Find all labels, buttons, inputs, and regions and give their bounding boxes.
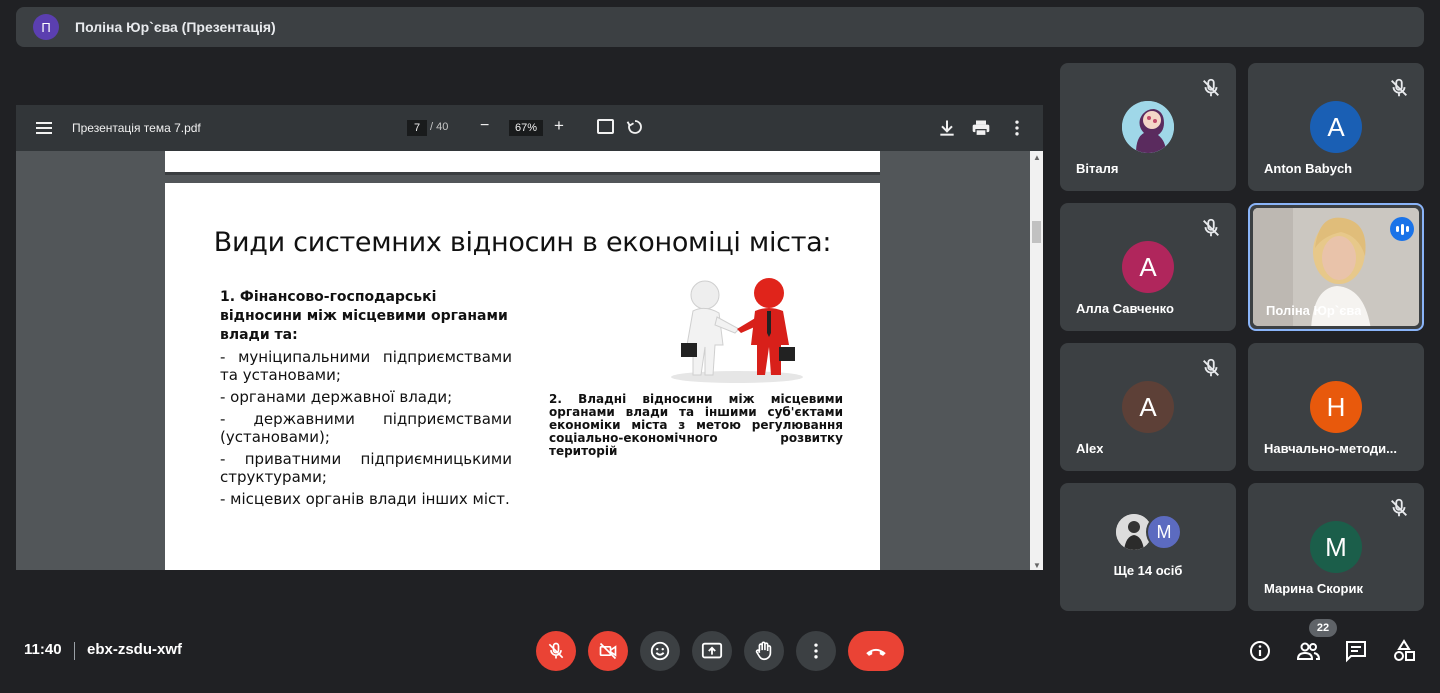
menu-icon[interactable]	[36, 119, 52, 137]
participant-avatar: A	[1310, 101, 1362, 153]
divider	[74, 642, 75, 660]
presenter-avatar: П	[33, 14, 59, 40]
brain-avatar-icon	[1122, 101, 1174, 153]
scroll-up-icon[interactable]: ▲	[1033, 153, 1041, 162]
more-icon	[814, 643, 818, 659]
mic-off-icon	[1391, 78, 1407, 97]
participant-name: Віталя	[1076, 161, 1119, 176]
zoom-in-button[interactable]: +	[554, 116, 564, 136]
pdf-file-name: Презентація тема 7.pdf	[72, 121, 201, 135]
participant-tile[interactable]: Н Навчально-методи...	[1248, 343, 1424, 471]
emoji-icon	[650, 641, 670, 661]
handshake-illustration	[671, 278, 803, 383]
present-icon	[701, 642, 723, 659]
participant-avatar: Н	[1310, 381, 1362, 433]
raise-hand-icon	[755, 641, 772, 661]
scrollbar-thumb[interactable]	[1032, 221, 1041, 243]
pdf-scrollbar[interactable]: ▲ ▼	[1030, 151, 1043, 570]
participant-tile[interactable]: A Алла Савченко	[1060, 203, 1236, 331]
chat-icon[interactable]	[1344, 639, 1368, 663]
reactions-button[interactable]	[640, 631, 680, 671]
camera-toggle-button[interactable]	[588, 631, 628, 671]
participant-tile[interactable]: A Alex	[1060, 343, 1236, 471]
more-participants-tile[interactable]: M Ще 14 осіб	[1060, 483, 1236, 611]
participant-avatar: A	[1122, 241, 1174, 293]
scroll-down-icon[interactable]: ▼	[1033, 561, 1041, 570]
info-icon[interactable]	[1248, 639, 1272, 663]
participant-count-badge: 22	[1309, 619, 1337, 637]
page-number-input[interactable]: 7	[407, 120, 427, 136]
meeting-code: ebx-zsdu-xwf	[87, 641, 183, 658]
participant-name: Навчально-методи...	[1264, 441, 1397, 456]
people-icon[interactable]	[1296, 639, 1320, 663]
camera-off-icon	[599, 642, 617, 660]
slide-list-item: - державними підприємствами (установами)…	[220, 410, 512, 446]
fit-page-icon[interactable]	[597, 119, 614, 134]
participant-name: Поліна Юр`єва	[1266, 303, 1362, 318]
mic-toggle-button[interactable]	[536, 631, 576, 671]
slide-list-item: - муніципальними підприємствами та устан…	[220, 348, 512, 384]
meeting-clock: 11:40	[24, 641, 62, 658]
zoom-out-button[interactable]: −	[480, 117, 489, 135]
participant-tile[interactable]: A Anton Babych	[1248, 63, 1424, 191]
slide-right-text: 2. Владні відносини між місцевими органа…	[549, 392, 843, 458]
rotate-icon[interactable]	[626, 118, 644, 136]
mic-off-icon	[1391, 498, 1407, 517]
previous-page	[165, 151, 880, 175]
pdf-toolbar: Презентація тема 7.pdf 7 / 40 − 67% +	[16, 105, 1043, 151]
presenter-bar: П Поліна Юр`єва (Презентація)	[16, 7, 1424, 47]
more-vert-icon[interactable]	[1007, 118, 1027, 138]
zoom-input[interactable]: 67%	[509, 120, 543, 136]
slide-list-item: - приватними підприємницькими структурам…	[220, 450, 512, 486]
participant-avatar: М	[1310, 521, 1362, 573]
slide-list-item: - місцевих органів влади інших міст.	[220, 490, 510, 508]
slide-title: Види системних відносин в економіці міст…	[213, 227, 832, 258]
mic-off-icon	[1203, 78, 1219, 97]
page-total: / 40	[430, 121, 449, 133]
print-icon[interactable]	[971, 118, 991, 138]
mic-off-icon	[1203, 358, 1219, 377]
hangup-button[interactable]	[848, 631, 904, 671]
slide-left-heading: 1. Фінансово-господарські відносини між …	[220, 289, 508, 343]
mic-off-icon	[1203, 218, 1219, 237]
slide-page: Види системних відносин в економіці міст…	[165, 183, 880, 570]
participant-avatar: M	[1146, 514, 1182, 550]
activities-icon[interactable]	[1392, 639, 1416, 663]
participant-name: Alex	[1076, 441, 1104, 456]
participant-avatar: A	[1122, 381, 1174, 433]
participant-tile[interactable]: М Марина Скорик	[1248, 483, 1424, 611]
slide-left-column: 1. Фінансово-господарські відносини між …	[220, 288, 512, 512]
present-button[interactable]	[692, 631, 732, 671]
download-icon[interactable]	[937, 118, 957, 138]
more-participants-label: Ще 14 осіб	[1113, 563, 1183, 578]
more-options-button[interactable]	[796, 631, 836, 671]
participant-name: Anton Babych	[1264, 161, 1353, 176]
slide-list-item: - органами державної влади;	[220, 388, 453, 406]
hangup-icon	[866, 648, 886, 656]
raise-hand-button[interactable]	[744, 631, 784, 671]
participant-avatar	[1122, 101, 1174, 153]
speaking-indicator-icon	[1390, 217, 1414, 241]
presenter-title: Поліна Юр`єва (Презентація)	[75, 19, 276, 35]
participant-tile-speaking[interactable]: Поліна Юр`єва	[1248, 203, 1424, 331]
participant-name: Марина Скорик	[1264, 581, 1363, 596]
presentation-area: Презентація тема 7.pdf 7 / 40 − 67% + Ви…	[16, 105, 1043, 570]
participant-name: Алла Савченко	[1076, 301, 1174, 316]
mic-off-icon	[548, 642, 564, 659]
participant-tile[interactable]: Віталя	[1060, 63, 1236, 191]
